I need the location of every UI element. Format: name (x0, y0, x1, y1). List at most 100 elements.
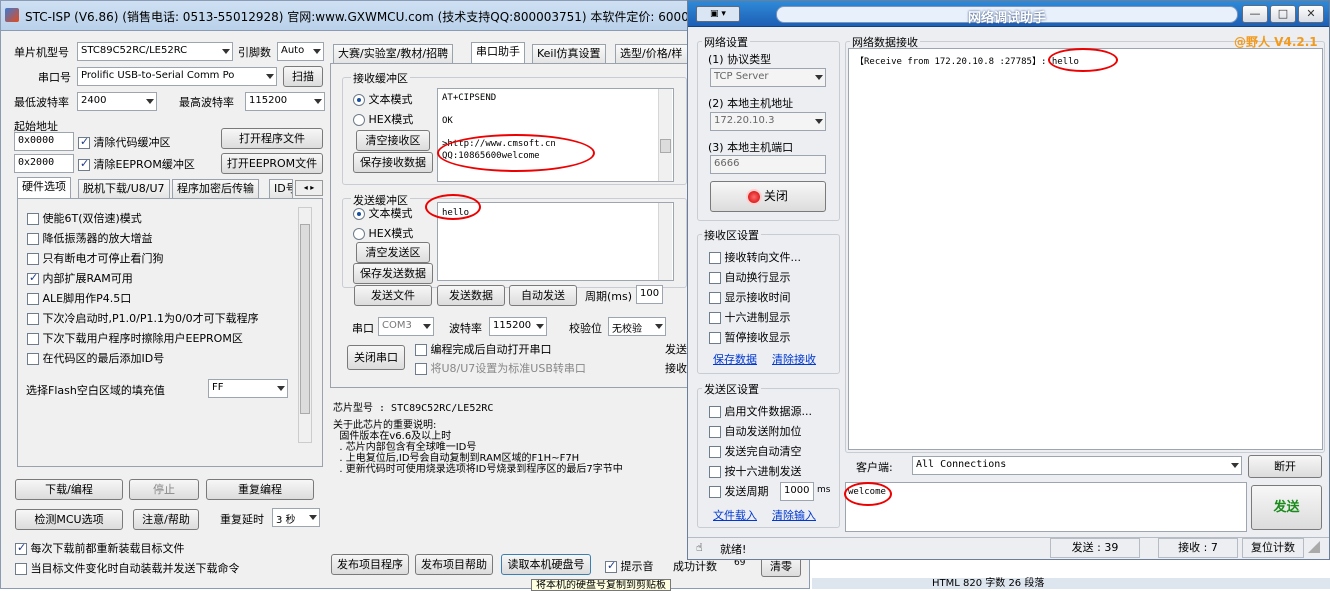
checkbox[interactable] (27, 293, 39, 305)
checkbox[interactable] (27, 353, 39, 365)
send-text-mode[interactable]: 文本模式 (353, 205, 413, 221)
net-option[interactable]: 自动换行显示 (709, 269, 791, 285)
checkbox[interactable] (78, 135, 90, 149)
hw-option[interactable]: ALE脚用作P4.5口 (27, 290, 131, 306)
checkbox[interactable] (605, 559, 617, 573)
resize-grip[interactable] (1308, 541, 1320, 553)
checkbox[interactable] (27, 253, 39, 265)
parity-select[interactable]: 无校验 (608, 317, 666, 336)
help-button[interactable]: 注意/帮助 (133, 509, 199, 530)
tab-selection[interactable]: 选型/价格/样 (615, 44, 688, 63)
maximize-icon[interactable]: □ (1270, 5, 1296, 23)
open-after-program-option[interactable]: 编程完成后自动打开串口 (415, 341, 552, 357)
net-option[interactable]: 显示接收时间 (709, 289, 791, 305)
flash-fill-select[interactable]: FF (208, 379, 288, 398)
download-button[interactable]: 下载/编程 (15, 479, 123, 500)
tab-id[interactable]: ID号 (269, 179, 293, 198)
open-program-button[interactable]: 打开程序文件 (221, 128, 323, 149)
checkbox[interactable] (709, 406, 721, 418)
repeat-delay-select[interactable]: 3 秒 (272, 508, 320, 527)
clear-eeprom-option[interactable]: 清除EEPROM缓冲区 (78, 156, 195, 172)
stop-button[interactable]: 停止 (129, 479, 199, 500)
auto-download-option[interactable]: 当目标文件变化时自动装载并发送下载命令 (15, 560, 240, 576)
radio[interactable] (353, 208, 365, 220)
tab-offline[interactable]: 脱机下载/U8/U7 (78, 179, 170, 198)
checkbox[interactable] (709, 446, 721, 458)
reprogram-button[interactable]: 重复编程 (206, 479, 314, 500)
checkbox[interactable] (27, 333, 39, 345)
checkbox[interactable] (709, 466, 721, 478)
max-baud-select[interactable]: 115200 (245, 92, 325, 111)
net-option[interactable]: 启用文件数据源... (709, 403, 812, 419)
hw-option[interactable]: 只有断电才可停止看门狗 (27, 250, 164, 266)
net-option[interactable]: 发送完自动清空 (709, 443, 802, 459)
host-port-input[interactable]: 6666 (710, 155, 826, 174)
radio[interactable] (353, 228, 365, 240)
scan-button[interactable]: 扫描 (283, 66, 323, 87)
save-data-link[interactable]: 保存数据 (713, 351, 757, 367)
checkbox[interactable] (709, 486, 721, 498)
checkbox[interactable] (709, 312, 721, 324)
client-select[interactable]: All Connections (912, 456, 1242, 475)
send-data-button[interactable]: 发送数据 (437, 285, 505, 306)
send-period-option[interactable]: 发送周期 (709, 483, 769, 499)
reload-option[interactable]: 每次下载前都重新装载目标文件 (15, 540, 185, 556)
hw-option[interactable]: 内部扩展RAM可用 (27, 270, 133, 286)
usb-option[interactable]: 将U8/U7设置为标准USB转串口 (415, 360, 586, 376)
addr1-input[interactable]: 0x0000 (14, 132, 74, 151)
send-file-button[interactable]: 发送文件 (354, 285, 432, 306)
open-eeprom-button[interactable]: 打开EEPROM文件 (221, 153, 323, 174)
mcu-model-select[interactable]: STC89C52RC/LE52RC (77, 42, 233, 61)
publish-project-button[interactable]: 发布项目程序 (331, 554, 409, 575)
system-menu-button[interactable]: ▣ ▾ (696, 6, 740, 22)
auto-send-button[interactable]: 自动发送 (509, 285, 577, 306)
net-option[interactable]: 按十六进制发送 (709, 463, 802, 479)
net-option[interactable]: 暂停接收显示 (709, 329, 791, 345)
checkbox[interactable] (709, 426, 721, 438)
close-port-button[interactable]: 关闭串口 (347, 345, 405, 370)
recv-hex-mode[interactable]: HEX模式 (353, 111, 413, 127)
checkbox[interactable] (15, 563, 27, 575)
radio[interactable] (353, 114, 365, 126)
checkbox[interactable] (415, 363, 427, 375)
clear-recv-button[interactable]: 清空接收区 (356, 130, 430, 151)
checkbox[interactable] (415, 344, 427, 356)
hw-option[interactable]: 下次下载用户程序时擦除用户EEPROM区 (27, 330, 243, 346)
check-mcu-button[interactable]: 检测MCU选项 (15, 509, 123, 530)
protocol-select[interactable]: TCP Server (710, 68, 826, 87)
tab-encrypt[interactable]: 程序加密后传输 (172, 179, 259, 198)
checkbox[interactable] (709, 272, 721, 284)
minimize-icon[interactable]: — (1242, 5, 1268, 23)
min-baud-select[interactable]: 2400 (77, 92, 157, 111)
save-recv-button[interactable]: 保存接收数据 (353, 152, 433, 173)
pin-count-select[interactable]: Auto (277, 42, 324, 61)
clear-input-link[interactable]: 清除输入 (772, 507, 816, 523)
send-button[interactable]: 发送 (1251, 485, 1322, 530)
baud-select[interactable]: 115200 (489, 317, 547, 336)
hw-scrollbar[interactable] (298, 207, 312, 443)
checkbox[interactable] (709, 252, 721, 264)
addr2-input[interactable]: 0x2000 (14, 154, 74, 173)
checkbox[interactable] (709, 332, 721, 344)
hw-option[interactable]: 降低振荡器的放大增益 (27, 230, 153, 246)
disconnect-button[interactable]: 断开 (1248, 455, 1322, 478)
publish-help-button[interactable]: 发布项目帮助 (415, 554, 493, 575)
hw-option[interactable]: 使能6T(双倍速)模式 (27, 210, 142, 226)
file-load-link[interactable]: 文件载入 (713, 507, 757, 523)
net-option[interactable]: 十六进制显示 (709, 309, 791, 325)
tab-contest[interactable]: 大赛/实验室/教材/招聘 (333, 44, 454, 63)
checkbox[interactable] (78, 157, 90, 171)
tab-hardware[interactable]: 硬件选项 (17, 177, 71, 198)
checkbox[interactable] (27, 213, 39, 225)
scroll-thumb[interactable] (660, 139, 671, 153)
send-input-area[interactable]: welcome (845, 482, 1247, 532)
tab-keil[interactable]: Keil仿真设置 (532, 44, 606, 63)
checkbox[interactable] (27, 271, 39, 285)
com-select[interactable]: COM3 (378, 317, 434, 336)
clear-send-button[interactable]: 清空发送区 (356, 242, 430, 263)
tab-serial-assistant[interactable]: 串口助手 (471, 42, 525, 63)
send-hex-mode[interactable]: HEX模式 (353, 225, 413, 241)
reset-count-button[interactable]: 复位计数 (1242, 538, 1304, 558)
clear-code-option[interactable]: 清除代码缓冲区 (78, 134, 171, 150)
host-ip-select[interactable]: 172.20.10.3 (710, 112, 826, 131)
